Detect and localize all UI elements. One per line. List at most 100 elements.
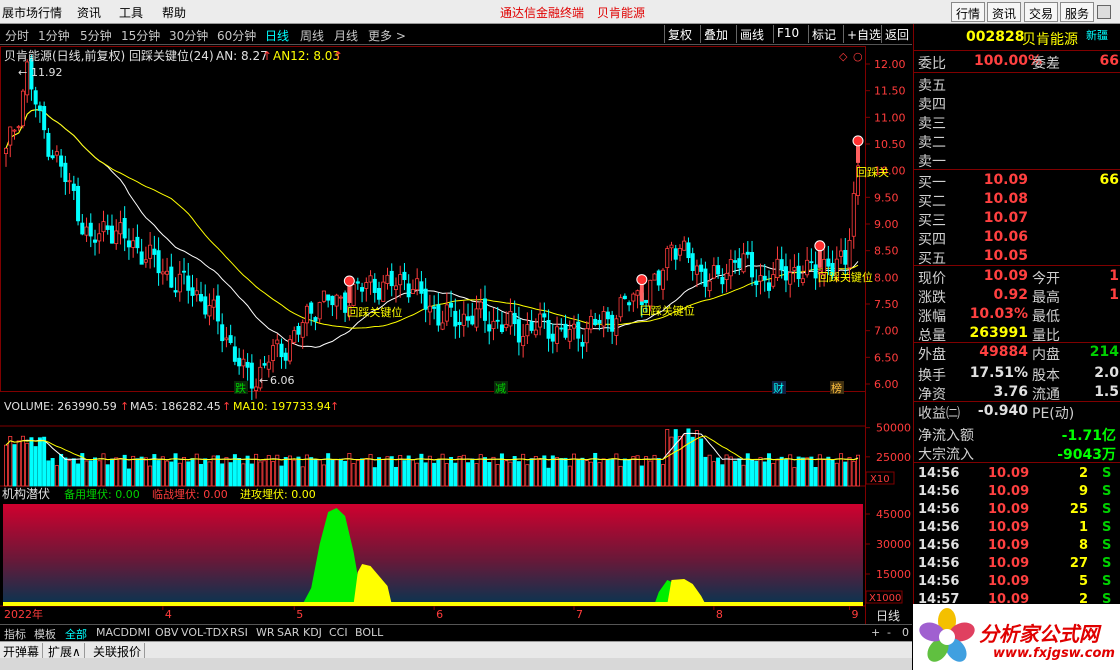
add-watchlist-button[interactable]: +自选: [843, 25, 884, 43]
volume-bar: [775, 459, 780, 487]
candle-up: [160, 271, 165, 275]
signal-ball-icon[interactable]: [636, 274, 648, 286]
draw-line-button[interactable]: 画线: [736, 25, 767, 43]
top-button-news[interactable]: 资讯: [987, 2, 1022, 22]
volume-bar: [29, 437, 34, 487]
tab-vol-tdx[interactable]: VOL-TDX: [181, 626, 229, 639]
volume-bar: [466, 462, 471, 487]
volume-bar: [385, 456, 390, 487]
tab-obv[interactable]: OBV: [155, 626, 178, 639]
candle-up: [381, 281, 386, 302]
tab-macd[interactable]: MACD: [96, 626, 129, 639]
tick-volume: 2: [1078, 466, 1088, 481]
price-panel-border: [0, 46, 866, 392]
price-tick-label: 12.00: [874, 58, 906, 71]
period-tab-1min[interactable]: 1分钟: [38, 27, 70, 44]
volume-bar: [813, 467, 818, 487]
volume-bar: [224, 457, 229, 487]
candle-up: [533, 329, 538, 336]
indicator-attack-legend: 进攻埋伏: 0.00: [240, 487, 316, 501]
tick-time: 14:56: [918, 466, 960, 481]
sell-row: 卖三: [914, 112, 1120, 132]
f10-button[interactable]: F10: [773, 25, 802, 43]
back-button[interactable]: 返回: [881, 25, 912, 43]
volume-bar: [580, 457, 585, 487]
tab-all[interactable]: 全部: [65, 626, 87, 642]
tick-price: 10.09: [988, 556, 1030, 571]
period-tab-weekly[interactable]: 周线: [300, 27, 324, 44]
tab-dmi[interactable]: DMI: [129, 626, 150, 639]
candle-up: [207, 305, 212, 317]
kline-chart-area[interactable]: 12.0011.5011.0010.5010.009.509.008.508.0…: [0, 46, 912, 624]
tab-indicator[interactable]: 指标: [4, 626, 26, 642]
tab-kdj[interactable]: KDJ: [303, 626, 322, 639]
period-tab-60min[interactable]: 60分钟: [217, 27, 256, 44]
menu-item-market[interactable]: 展市场行情: [2, 4, 62, 21]
tick-volume: 5: [1078, 574, 1088, 589]
candle-down: [249, 362, 254, 389]
tab-sar[interactable]: SAR: [277, 626, 299, 639]
volume-bar: [487, 462, 492, 487]
event-marker-cai[interactable]: 财: [773, 381, 784, 395]
fuquan-button[interactable]: 复权: [664, 25, 695, 43]
candle-up: [224, 337, 229, 341]
candle-up: [148, 244, 153, 259]
event-marker-jian[interactable]: 减: [495, 382, 506, 395]
tick-row: 14:56 10.09 9 S: [914, 483, 1120, 501]
stat-value-2: 2.0: [1094, 365, 1119, 381]
volume-bar: [737, 458, 742, 487]
period-tab-30min[interactable]: 30分钟: [169, 27, 208, 44]
signal-ball-icon[interactable]: [852, 135, 864, 147]
tab-cci[interactable]: CCI: [329, 626, 348, 639]
overlay-button[interactable]: 叠加: [700, 25, 731, 43]
volume-bar: [63, 457, 68, 487]
weibi-label: 委比: [918, 56, 946, 72]
event-marker-die[interactable]: 跌: [235, 381, 246, 395]
low-price-label: 6.06: [270, 374, 295, 387]
period-tab-5min[interactable]: 5分钟: [80, 27, 112, 44]
candle-down: [457, 321, 462, 325]
zoom-reset-button[interactable]: 0: [902, 626, 909, 639]
tab-template[interactable]: 模板: [34, 626, 56, 642]
mark-button[interactable]: 标记: [808, 25, 839, 43]
period-tab-daily[interactable]: 日线: [265, 27, 289, 44]
tab-rsi[interactable]: RSI: [230, 626, 248, 639]
buy-level-volume: 66: [1099, 172, 1119, 188]
volume-bar: [593, 452, 598, 487]
candle-up: [300, 322, 305, 338]
menu-item-help[interactable]: 帮助: [162, 4, 186, 21]
top-button-quote[interactable]: 行情: [951, 2, 986, 22]
candle-up: [114, 230, 119, 245]
candle-up: [287, 339, 292, 362]
diamond-icon[interactable]: ◇: [839, 50, 848, 63]
menu-item-news[interactable]: 资讯: [77, 4, 101, 21]
period-tab-monthly[interactable]: 月线: [334, 27, 358, 44]
stock-name: 贝肯能源: [1022, 32, 1078, 48]
event-marker-bang[interactable]: 榜: [831, 381, 842, 395]
window-control-icon[interactable]: [1097, 5, 1111, 19]
candle-up: [317, 302, 322, 320]
period-tab-15min[interactable]: 15分钟: [121, 27, 160, 44]
price-tick-label: 8.50: [874, 245, 899, 258]
tick-row: 14:56 10.09 27 S: [914, 555, 1120, 573]
top-button-trade[interactable]: 交易: [1024, 2, 1059, 22]
signal-ball-icon[interactable]: [814, 240, 826, 252]
zoom-in-button[interactable]: +: [871, 626, 880, 639]
buy-level-label: 买三: [918, 213, 946, 229]
candle-down: [754, 280, 759, 286]
menu-item-tools[interactable]: 工具: [119, 4, 143, 21]
zoom-out-button[interactable]: -: [887, 626, 891, 639]
volume-bar: [279, 465, 284, 487]
tab-boll[interactable]: BOLL: [355, 626, 383, 639]
period-tab-more[interactable]: 更多 >: [368, 27, 406, 44]
signal-ball-icon[interactable]: [343, 275, 355, 287]
candle-down: [372, 278, 377, 293]
signal-label: 回踩关键位: [640, 304, 695, 318]
tab-wr[interactable]: WR: [256, 626, 275, 639]
candle-up: [851, 193, 856, 237]
period-tab-intraday[interactable]: 分时: [5, 27, 29, 44]
divider: [914, 50, 1120, 51]
top-button-service[interactable]: 服务: [1060, 2, 1095, 22]
candle-up: [758, 275, 763, 282]
panel-close-icon[interactable]: ○: [853, 50, 863, 63]
